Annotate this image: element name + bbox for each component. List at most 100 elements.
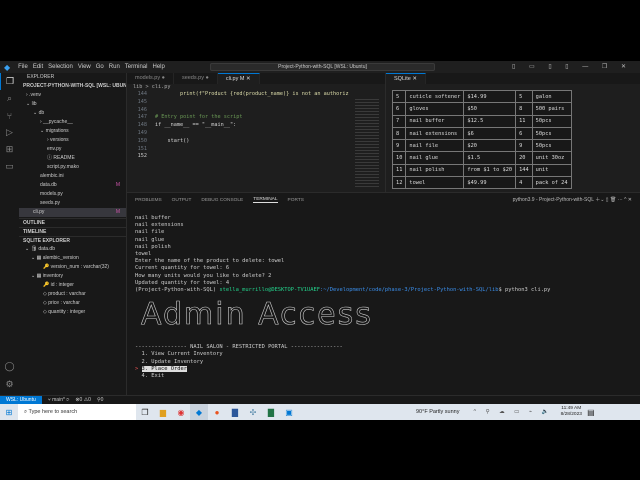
table-cell: unit: [531, 163, 572, 178]
tab-sqlite[interactable]: SQLite ✕: [386, 73, 426, 84]
code-line[interactable]: 146: [127, 107, 385, 115]
db-tree-item[interactable]: ◇ quantity : integer: [19, 308, 126, 317]
tree-item[interactable]: models.py: [19, 190, 126, 199]
terminal-toolbar[interactable]: python3.9 - Project-Python-with-SQL ＋⌄ ▯…: [513, 196, 632, 203]
tree-item[interactable]: data.db M: [19, 181, 126, 190]
db-tree-item[interactable]: ⌄ ▦ inventory: [19, 272, 126, 281]
timeline-section[interactable]: TIMELINE: [19, 227, 126, 236]
source-control-icon[interactable]: ⑂: [0, 107, 19, 124]
title-bar: ◆ File Edit Selection View Go Run Terminal Help…: [0, 61, 640, 73]
table-row: 8 nail extensions $6 6 50pcs: [391, 126, 572, 141]
code-line[interactable]: 147 # Entry point for the script: [127, 114, 385, 122]
code-line[interactable]: 144 print(f"Product {red(product_name)} …: [127, 91, 385, 99]
tray-icons[interactable]: ^ ⚲ ☁ ▭ ⌁ 🔈: [473, 409, 552, 415]
menu-file[interactable]: File: [18, 64, 28, 70]
vscode-taskbar-icon[interactable]: ◆: [190, 404, 208, 420]
clock[interactable]: 11:49 AM 8/28/2023: [561, 406, 582, 418]
menu-go[interactable]: Go: [96, 64, 104, 70]
remote-explorer-icon[interactable]: ▭: [0, 158, 19, 175]
code-line[interactable]: 145: [127, 99, 385, 107]
db-tree-item[interactable]: ⌄ 🛢 data.db: [19, 245, 126, 254]
menu-option[interactable]: > 3. Place Order: [135, 365, 550, 373]
menu-help[interactable]: Help: [152, 64, 164, 70]
tree-item[interactable]: ⌄ migrations: [19, 127, 126, 136]
prompt-cmd: $ python3 cli.py: [498, 287, 551, 294]
task-view-icon[interactable]: ❐: [136, 404, 154, 420]
ports-indicator[interactable]: ⚲0: [97, 397, 103, 403]
branch-indicator[interactable]: ⑂ main* ⟳: [48, 397, 70, 403]
code-line[interactable]: 149: [127, 130, 385, 138]
file-explorer-icon[interactable]: ▆: [154, 404, 172, 420]
breadcrumb[interactable]: lib > cli.py: [127, 84, 385, 91]
search-icon[interactable]: ⌕: [0, 90, 19, 107]
prompt-env: (Project-Python-with-SQL): [135, 287, 220, 294]
menu-run[interactable]: Run: [109, 64, 120, 70]
problems-indicator[interactable]: ⊗0 ⚠0: [75, 397, 91, 403]
app-icon-2[interactable]: ▣: [280, 404, 298, 420]
app-icon[interactable]: ✣: [244, 404, 262, 420]
chrome-icon[interactable]: ◉: [172, 404, 190, 420]
project-root[interactable]: PROJECT-PYTHON-WITH-SQL [WSL: UBUN...: [19, 82, 126, 91]
terminal-output[interactable]: nail buffer nail extensions nail file nail …: [135, 215, 550, 380]
panel-tab-terminal[interactable]: TERMINAL: [253, 197, 278, 203]
menu-selection[interactable]: Selection: [48, 64, 73, 70]
extensions-icon[interactable]: ⊞: [0, 141, 19, 158]
window-controls[interactable]: ▯ ▭ ▯ ▯ — ❐ ✕: [512, 63, 632, 70]
db-tree-item[interactable]: ◇ product : varchar: [19, 290, 126, 299]
panel-tab-output[interactable]: OUTPUT: [172, 198, 192, 203]
tree-item[interactable]: › .venv: [19, 91, 126, 100]
db-tree-item[interactable]: ⌄ ▦ alembic_version: [19, 254, 126, 263]
menu-edit[interactable]: Edit: [33, 64, 43, 70]
tree-item[interactable]: alembic.ini: [19, 172, 126, 181]
code-line[interactable]: 151: [127, 146, 385, 154]
tree-item[interactable]: ⓘ README: [19, 154, 126, 163]
menu-terminal[interactable]: Terminal: [125, 64, 148, 70]
tree-item[interactable]: script.py.mako: [19, 163, 126, 172]
menu-option[interactable]: 1. View Current Inventory: [135, 351, 550, 358]
minimap[interactable]: [355, 97, 379, 187]
terminal-line: nail polish: [135, 243, 171, 250]
panel-tab-problems[interactable]: PROBLEMS: [135, 198, 162, 203]
excel-icon[interactable]: ▇: [262, 404, 280, 420]
tab-cli-py[interactable]: cli.py M ✕: [217, 73, 260, 84]
outline-section[interactable]: OUTLINE: [19, 218, 126, 227]
code-line[interactable]: 152: [127, 153, 385, 161]
tree-item[interactable]: cli.py M: [19, 208, 126, 217]
menu-option[interactable]: 4. Exit: [135, 373, 550, 380]
gear-icon[interactable]: ⚙: [0, 376, 19, 393]
db-tree-item[interactable]: 🔑 version_num : varchar(32): [19, 263, 126, 272]
panel-tab-debug-console[interactable]: DEBUG CONSOLE: [201, 198, 243, 203]
ubuntu-icon[interactable]: ●: [208, 404, 226, 420]
command-center-search[interactable]: Project-Python-with-SQL [WSL: Ubuntu]: [210, 63, 435, 71]
db-tree-item[interactable]: ◇ price : varchar: [19, 299, 126, 308]
sqlite-explorer-section[interactable]: SQLITE EXPLORER: [19, 236, 126, 245]
run-debug-icon[interactable]: ▷: [0, 124, 19, 141]
table-cell: nail file: [405, 139, 465, 153]
terminal-line: Updated quantity for towel: 4: [135, 279, 230, 286]
code-line[interactable]: 150 start(): [127, 138, 385, 146]
taskbar-search[interactable]: ⌕ Type here to search: [18, 404, 136, 420]
db-tree-item[interactable]: 🔑 id : integer: [19, 281, 126, 290]
weather[interactable]: 90°F Partly sunny: [416, 409, 459, 415]
menu-option[interactable]: 2. Update Inventory: [135, 359, 550, 366]
tab-models-py[interactable]: models.py ●: [127, 73, 174, 84]
line-number: 150: [137, 137, 147, 144]
panel-tab-ports[interactable]: PORTS: [288, 198, 304, 203]
explorer-icon[interactable]: ❐: [0, 73, 19, 90]
tree-item[interactable]: env.py: [19, 145, 126, 154]
tree-item[interactable]: seeds.py: [19, 199, 126, 208]
tree-item[interactable]: › __pycache__: [19, 118, 126, 127]
tree-item[interactable]: ⌄ db: [19, 109, 126, 118]
notifications-icon[interactable]: ▤: [582, 404, 600, 420]
word-icon[interactable]: ▇: [226, 404, 244, 420]
tree-item[interactable]: › versions: [19, 136, 126, 145]
vscode-logo-icon: ◆: [4, 62, 11, 72]
windows-start-icon[interactable]: ⊞: [0, 404, 18, 420]
code-line[interactable]: 148 if __name__ == "__main__":: [127, 122, 385, 130]
account-icon[interactable]: ◯: [0, 358, 19, 375]
tree-item[interactable]: ⌄ lib: [19, 100, 126, 109]
activity-bar: ❐ ⌕ ⑂ ▷ ⊞ ▭ ◯ ⚙: [0, 73, 19, 395]
modified-badge: M: [115, 209, 120, 215]
menu-view[interactable]: View: [78, 64, 91, 70]
tab-seeds-py[interactable]: seeds.py ●: [174, 73, 218, 84]
